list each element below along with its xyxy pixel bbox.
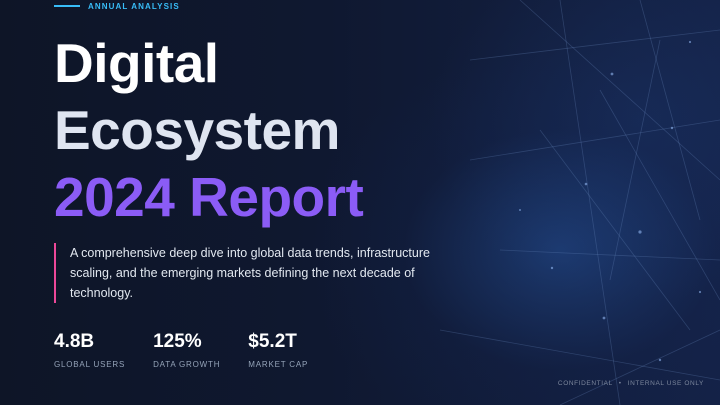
stat-label: DATA GROWTH — [153, 360, 221, 369]
stats-row: 4.8B GLOBAL USERS 125% DATA GROWTH $5.2T… — [54, 330, 308, 369]
eyebrow-accent-line — [54, 5, 80, 7]
footer-separator: • — [618, 380, 622, 387]
description-block: A comprehensive deep dive into global da… — [54, 243, 450, 303]
page-title: Digital Ecosystem 2024 Report — [54, 30, 364, 231]
stat-global-users: 4.8B GLOBAL USERS — [54, 330, 125, 369]
eyebrow-label: ANNUAL ANALYSIS — [88, 1, 180, 11]
stat-market-cap: $5.2T MARKET CAP — [248, 330, 308, 369]
description-text: A comprehensive deep dive into global da… — [70, 246, 430, 300]
stat-data-growth: 125% DATA GROWTH — [153, 330, 220, 369]
footer-confidential: CONFIDENTIAL — [557, 380, 613, 387]
stat-label: GLOBAL USERS — [54, 360, 126, 369]
stat-value: 4.8B — [54, 331, 95, 352]
footer-note: CONFIDENTIAL • INTERNAL USE ONLY — [558, 380, 704, 387]
title-line-2: Ecosystem — [54, 99, 340, 161]
stat-value: 125% — [153, 331, 202, 352]
footer-internal: INTERNAL USE ONLY — [627, 380, 704, 387]
title-line-1: Digital — [54, 32, 219, 94]
eyebrow: ANNUAL ANALYSIS — [54, 0, 180, 12]
stat-value: $5.2T — [248, 331, 297, 352]
stat-label: MARKET CAP — [248, 360, 309, 369]
title-line-3: 2024 Report — [54, 166, 364, 228]
